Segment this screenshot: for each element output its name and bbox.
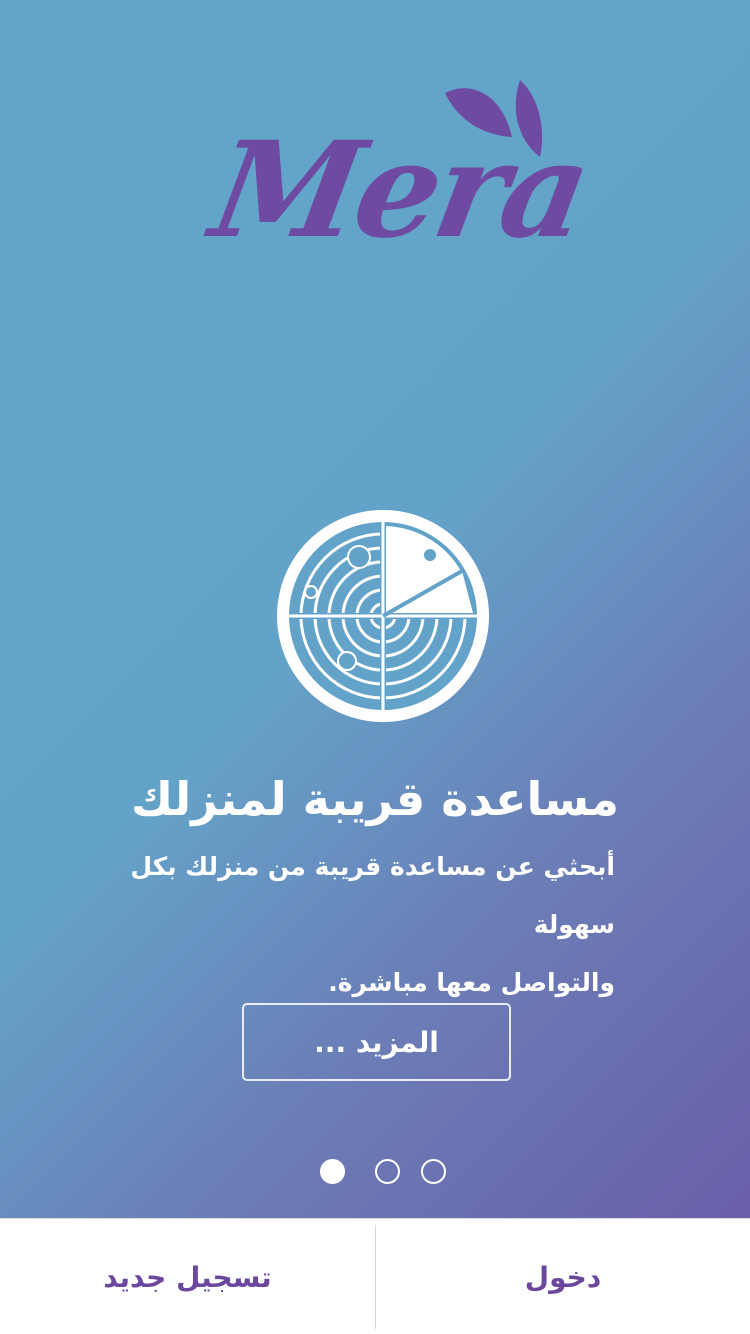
page-dot-2[interactable] <box>375 1159 400 1184</box>
page-indicator <box>318 1159 448 1185</box>
feature-description: أبحثي عن مساعدة قريبة من منزلك بكل سهولة… <box>130 838 615 1012</box>
logo-wordmark: Mera <box>201 113 598 268</box>
page-dot-1[interactable] <box>320 1159 345 1184</box>
feature-title: مساعدة قريبة لمنزلك <box>130 772 620 826</box>
mera-logo: Mera <box>201 75 598 268</box>
radar-icon <box>277 510 489 722</box>
register-button[interactable]: تسجيل جديد <box>0 1219 375 1334</box>
onboarding-screen: Mera مساعدة قريبة لمنزلك أبحثي عن مساعدة… <box>0 0 750 1334</box>
page-dot-3[interactable] <box>421 1159 446 1184</box>
onboarding-hero[interactable]: Mera مساعدة قريبة لمنزلك أبحثي عن مساعدة… <box>0 0 750 1218</box>
description-line-1: أبحثي عن مساعدة قريبة من منزلك بكل سهولة <box>130 852 615 939</box>
login-button[interactable]: دخول <box>376 1219 750 1334</box>
more-button[interactable]: المزيد ... <box>242 1003 511 1081</box>
bottom-action-bar: تسجيل جديد دخول <box>0 1218 750 1334</box>
